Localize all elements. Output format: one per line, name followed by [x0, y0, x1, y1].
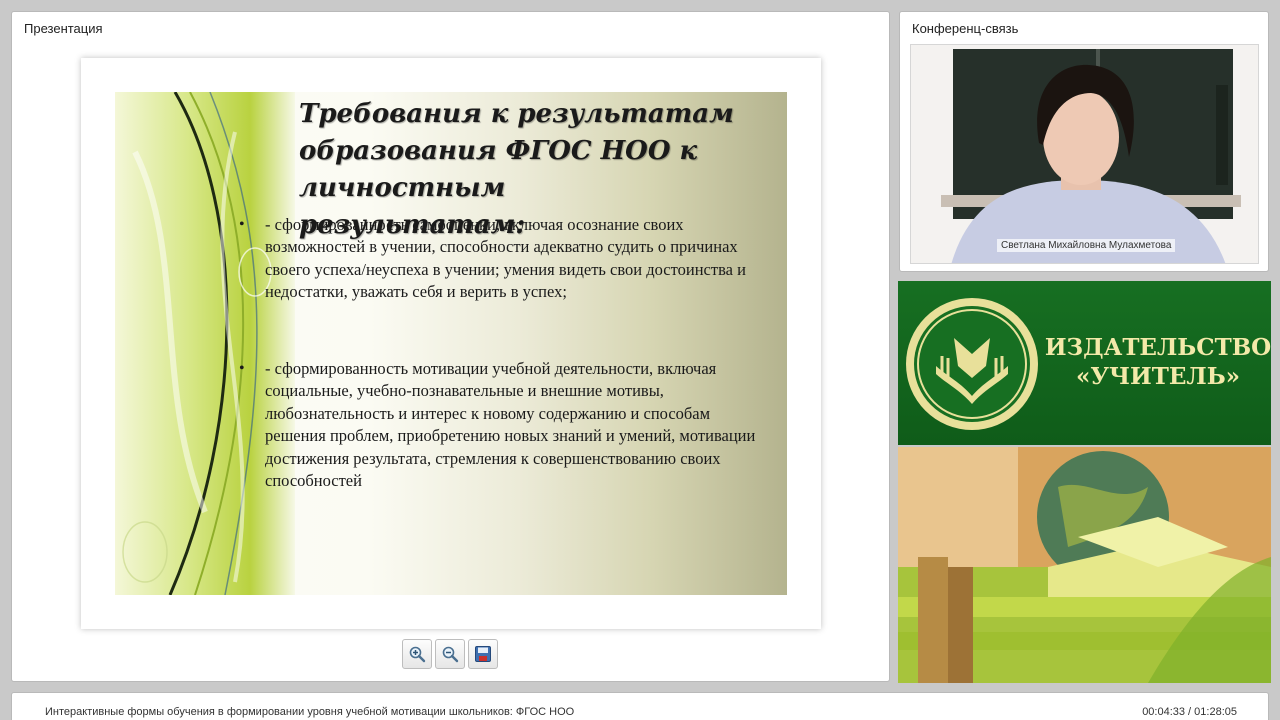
conference-panel: Конференц-связь Светлана Михайловна Мула… — [899, 11, 1269, 272]
bullet-text-self-esteem: - сформированность самооценки, включая о… — [265, 215, 746, 302]
ad-header: ИЗДАТЕЛЬСТВО «УЧИТЕЛЬ» — [898, 281, 1271, 445]
video-feed[interactable]: Светлана Михайловна Мулахметова — [910, 44, 1259, 264]
speaker-video-icon — [911, 45, 1258, 263]
books-and-globe-icon — [898, 447, 1271, 683]
zoom-in-icon — [409, 646, 426, 663]
slide-decoration-icon — [115, 92, 295, 595]
presentation-slide: Требования к результатам образования ФГО… — [81, 58, 821, 629]
speaker-name-label: Светлана Михайловна Мулахметова — [997, 239, 1176, 252]
publisher-name: ИЗДАТЕЛЬСТВО «УЧИТЕЛЬ» — [1044, 334, 1271, 390]
playback-time: 00:04:33 / 01:28:05 — [1142, 706, 1237, 718]
zoom-in-button[interactable] — [402, 639, 432, 669]
bullet-marker: • — [239, 360, 245, 377]
ad-image — [898, 447, 1271, 683]
slide-background: Требования к результатам образования ФГО… — [115, 92, 787, 595]
floppy-disk-icon — [475, 646, 491, 662]
conference-panel-title: Конференц-связь — [912, 21, 1019, 36]
zoom-out-button[interactable] — [435, 639, 465, 669]
footer-bar: Интерактивные формы обучения в формирова… — [11, 692, 1269, 720]
presentation-panel: Презентация Требования к результатам обр… — [11, 11, 890, 682]
publisher-ad-banner[interactable]: ИЗДАТЕЛЬСТВО «УЧИТЕЛЬ» — [898, 281, 1271, 683]
publisher-logo-icon — [906, 298, 1038, 430]
zoom-out-icon — [442, 646, 459, 663]
bullet-marker: • — [239, 216, 245, 233]
presentation-panel-title: Презентация — [24, 21, 103, 36]
bullet-text-motivation: - сформированность мотивации учебной дея… — [265, 359, 756, 491]
webinar-title: Интерактивные формы обучения в формирова… — [45, 706, 575, 718]
save-button[interactable] — [468, 639, 498, 669]
